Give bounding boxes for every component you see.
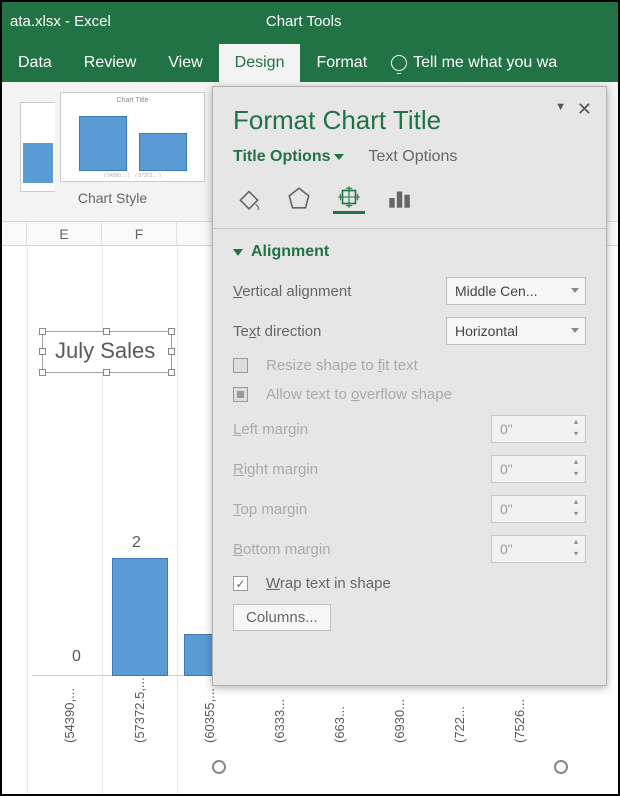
effects-icon[interactable]: [283, 182, 315, 214]
x-tick-label: (663...: [332, 706, 347, 743]
resize-shape-checkbox: [233, 358, 248, 373]
tab-title-options[interactable]: Title Options: [233, 148, 344, 166]
bar-label: 2: [132, 534, 141, 552]
x-tick-label: (6930...: [392, 699, 407, 743]
chevron-down-icon: [571, 328, 579, 333]
title-bar: ata.xlsx - Excel Chart Tools: [2, 2, 618, 40]
size-properties-icon[interactable]: [333, 182, 365, 214]
resize-handle[interactable]: [168, 369, 175, 376]
bar-label: 0: [72, 648, 81, 666]
chart-title-box[interactable]: July Sales: [42, 331, 172, 373]
chart-resize-handle[interactable]: [212, 760, 226, 774]
x-tick-label: (57372.5,...: [132, 677, 147, 743]
collapse-icon: [233, 249, 243, 256]
left-margin-label: Left margin: [233, 421, 481, 438]
contextual-tools-label: Chart Tools: [266, 13, 342, 30]
tab-data[interactable]: Data: [2, 44, 68, 82]
tab-format[interactable]: Format: [300, 44, 383, 82]
wrap-text-checkbox[interactable]: ✓: [233, 576, 248, 591]
resize-handle[interactable]: [39, 369, 46, 376]
text-direction-label: Text direction: [233, 323, 436, 340]
top-margin-label: Top margin: [233, 501, 481, 518]
spin-value: 0": [500, 461, 513, 477]
resize-handle[interactable]: [103, 369, 110, 376]
columns-button[interactable]: Columns...: [233, 604, 331, 631]
tab-view[interactable]: View: [152, 44, 218, 82]
thumb-title: Chart Title: [61, 97, 204, 104]
chevron-down-icon: [334, 154, 344, 160]
spin-value: 0": [500, 541, 513, 557]
group-label-chart-styles: Chart Style: [20, 190, 205, 206]
x-tick-label: (722...: [452, 706, 467, 743]
tell-me-label: Tell me what you wa: [413, 54, 557, 72]
bottom-margin-input: 0"▴▾: [491, 535, 586, 563]
chart-resize-handle[interactable]: [554, 760, 568, 774]
section-alignment[interactable]: Alignment: [213, 229, 606, 271]
fill-line-icon[interactable]: [233, 182, 265, 214]
chart-styles-group: Chart Title ( 54390,... ) ( 57372,... ) …: [20, 92, 205, 206]
overflow-label: Allow text to overflow shape: [266, 386, 586, 403]
pane-options-button[interactable]: ▼: [555, 101, 566, 113]
x-tick-label: (7526...: [512, 699, 527, 743]
pane-title: Format Chart Title: [233, 105, 586, 136]
window-title: ata.xlsx - Excel: [2, 13, 111, 30]
chart-options-icon[interactable]: [383, 182, 415, 214]
tab-text-options[interactable]: Text Options: [368, 148, 457, 166]
spin-value: 0": [500, 421, 513, 437]
wrap-text-label: Wrap text in shape: [266, 575, 586, 592]
vertical-alignment-label: Vertical alignment: [233, 283, 436, 300]
section-label: Alignment: [251, 243, 329, 261]
lightbulb-icon: [391, 55, 407, 71]
pane-category-icons: [213, 176, 606, 229]
select-value: Horizontal: [455, 323, 518, 339]
chart-style-thumb-partial[interactable]: [20, 102, 55, 192]
thumb-axis: ( 54390,... ) ( 57372,... ): [61, 173, 204, 179]
text-direction-select[interactable]: Horizontal: [446, 317, 586, 345]
tab-title-options-label: Title Options: [233, 148, 330, 165]
left-margin-input: 0"▴▾: [491, 415, 586, 443]
resize-handle[interactable]: [39, 348, 46, 355]
resize-handle[interactable]: [39, 328, 46, 335]
overflow-checkbox: [233, 387, 248, 402]
bottom-margin-label: Bottom margin: [233, 541, 481, 558]
format-chart-title-pane: ▼ ✕ Format Chart Title Title Options Tex…: [212, 86, 607, 686]
x-tick-label: (60355,...: [202, 688, 217, 743]
tell-me-search[interactable]: Tell me what you wa: [383, 44, 565, 82]
close-pane-button[interactable]: ✕: [577, 99, 592, 120]
chart-bar[interactable]: [112, 558, 168, 676]
resize-handle[interactable]: [103, 328, 110, 335]
chart-style-thumb[interactable]: Chart Title ( 54390,... ) ( 57372,... ): [60, 92, 205, 182]
chart-title-text: July Sales: [43, 332, 171, 370]
x-tick-label: (6333...: [272, 699, 287, 743]
column-header-e[interactable]: E: [27, 222, 102, 245]
tab-review[interactable]: Review: [68, 44, 152, 82]
tab-design[interactable]: Design: [219, 44, 301, 82]
ribbon-tabs: Data Review View Design Format Tell me w…: [2, 40, 618, 82]
right-margin-input: 0"▴▾: [491, 455, 586, 483]
spin-value: 0": [500, 501, 513, 517]
resize-shape-label: Resize shape to fit text: [266, 357, 586, 374]
top-margin-input: 0"▴▾: [491, 495, 586, 523]
vertical-alignment-select[interactable]: Middle Cen...: [446, 277, 586, 305]
resize-handle[interactable]: [168, 328, 175, 335]
column-header-f[interactable]: F: [102, 222, 177, 245]
x-tick-label: (54390,...: [62, 688, 77, 743]
chevron-down-icon: [571, 288, 579, 293]
resize-handle[interactable]: [168, 348, 175, 355]
right-margin-label: Right margin: [233, 461, 481, 478]
select-value: Middle Cen...: [455, 283, 537, 299]
